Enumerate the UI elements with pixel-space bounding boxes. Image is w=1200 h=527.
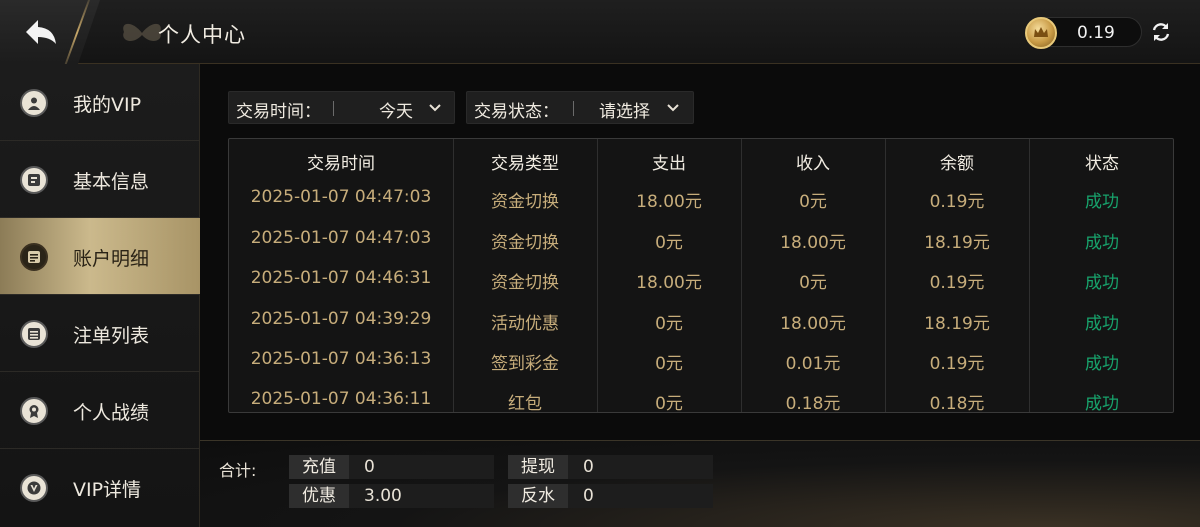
cell-type: 资金切换 xyxy=(491,192,559,212)
sidebar-item-label: VIP详情 xyxy=(73,479,142,501)
cell-type: 红包 xyxy=(508,394,542,413)
cell-type: 资金切换 xyxy=(491,233,559,253)
cell-expense: 0元 xyxy=(655,233,683,253)
cell-time: 2025-01-07 04:36:13 xyxy=(250,349,432,369)
rebate-total: 反水 0 xyxy=(508,484,713,508)
cell-income: 0元 xyxy=(799,273,827,293)
column-header-status: 状态 xyxy=(1085,154,1119,174)
cell-balance: 0.18元 xyxy=(929,394,985,413)
withdraw-label: 提现 xyxy=(508,455,568,479)
refresh-button[interactable] xyxy=(1150,21,1172,43)
column-header-balance: 余额 xyxy=(940,154,974,174)
ledger-icon xyxy=(20,243,48,271)
rebate-label: 反水 xyxy=(508,484,568,508)
recharge-label: 充值 xyxy=(289,455,349,479)
sidebar-item-label: 账户明细 xyxy=(73,248,150,270)
list-icon xyxy=(20,320,48,348)
cell-expense: 0元 xyxy=(655,354,683,374)
bonus-label: 优惠 xyxy=(289,484,349,508)
user-icon xyxy=(20,89,48,117)
cell-time: 2025-01-07 04:36:11 xyxy=(250,389,432,409)
sidebar-item-bet-list[interactable]: 注单列表 xyxy=(0,295,200,372)
cell-type: 签到彩金 xyxy=(491,354,559,374)
cell-status: 成功 xyxy=(1085,354,1119,374)
sidebar: 我的VIP 基本信息 账户明细 注单列表 个人战绩 VIP详情 xyxy=(0,64,200,527)
column-header-expense: 支出 xyxy=(652,154,686,174)
transaction-status-value: 请选择 xyxy=(599,102,650,122)
sidebar-item-vip-details[interactable]: VIP详情 xyxy=(0,449,200,526)
cell-expense: 18.00元 xyxy=(636,192,702,212)
sidebar-item-label: 个人战绩 xyxy=(73,402,150,424)
withdraw-value: 0 xyxy=(583,457,594,477)
sidebar-item-label: 基本信息 xyxy=(73,171,150,193)
sidebar-item-label: 注单列表 xyxy=(73,325,150,347)
transaction-time-filter[interactable]: 交易时间： 今天 xyxy=(228,91,455,124)
recharge-total: 充值 0 xyxy=(289,455,494,479)
cell-income: 18.00元 xyxy=(780,314,846,334)
transaction-status-label: 交易状态： xyxy=(474,102,559,122)
cell-type: 活动优惠 xyxy=(491,314,559,334)
top-bar: 个人中心 0.19 xyxy=(0,0,1200,70)
id-card-icon xyxy=(20,166,48,194)
recharge-value: 0 xyxy=(364,457,375,477)
refresh-icon xyxy=(1152,23,1170,41)
cell-expense: 0元 xyxy=(655,314,683,334)
rebate-value: 0 xyxy=(583,486,594,506)
transaction-status-filter[interactable]: 交易状态： 请选择 xyxy=(466,91,694,124)
cell-status: 成功 xyxy=(1085,273,1119,293)
chevron-down-icon xyxy=(429,104,441,112)
cell-balance: 18.19元 xyxy=(924,314,990,334)
cell-income: 0元 xyxy=(799,192,827,212)
cell-time: 2025-01-07 04:39:29 xyxy=(250,309,432,329)
sidebar-item-personal-record[interactable]: 个人战绩 xyxy=(0,372,200,449)
column-header-time: 交易时间 xyxy=(307,154,375,174)
vip-icon xyxy=(20,474,48,502)
cell-status: 成功 xyxy=(1085,192,1119,212)
sidebar-item-account-details[interactable]: 账户明细 xyxy=(0,218,200,295)
withdraw-total: 提现 0 xyxy=(508,455,713,479)
cell-status: 成功 xyxy=(1085,233,1119,253)
filter-divider xyxy=(333,101,334,116)
cell-time: 2025-01-07 04:46:31 xyxy=(250,268,432,288)
transactions-table: 交易时间 交易类型 支出 收入 余额 状态 2025-01-07 04:47:0… xyxy=(228,138,1174,413)
cell-time: 2025-01-07 04:47:03 xyxy=(250,228,432,248)
cell-balance: 0.19元 xyxy=(929,354,985,374)
balance-display: 0.19 xyxy=(1025,17,1142,49)
balance-value: 0.19 xyxy=(1077,23,1115,43)
cell-income: 18.00元 xyxy=(780,233,846,253)
totals-label: 合计: xyxy=(219,461,257,480)
bonus-value: 3.00 xyxy=(364,486,402,506)
back-button[interactable] xyxy=(22,16,62,48)
footer-divider xyxy=(200,440,1200,441)
sidebar-item-label: 我的VIP xyxy=(73,94,142,116)
cell-balance: 18.19元 xyxy=(924,233,990,253)
sidebar-item-my-vip[interactable]: 我的VIP xyxy=(0,64,200,141)
filter-divider xyxy=(573,101,574,116)
cell-income: 0.01元 xyxy=(785,354,841,374)
sidebar-item-basic-info[interactable]: 基本信息 xyxy=(0,141,200,218)
cell-balance: 0.19元 xyxy=(929,192,985,212)
column-header-income: 收入 xyxy=(796,154,830,174)
page-title: 个人中心 xyxy=(158,23,246,47)
column-header-type: 交易类型 xyxy=(491,154,559,174)
bonus-total: 优惠 3.00 xyxy=(289,484,494,508)
medal-icon xyxy=(20,397,48,425)
cell-status: 成功 xyxy=(1085,314,1119,334)
cell-time: 2025-01-07 04:47:03 xyxy=(250,187,432,207)
cell-type: 资金切换 xyxy=(491,273,559,293)
cell-balance: 0.19元 xyxy=(929,273,985,293)
cell-status: 成功 xyxy=(1085,394,1119,413)
transaction-time-value: 今天 xyxy=(379,102,413,122)
cell-expense: 0元 xyxy=(655,394,683,413)
back-arrow-icon xyxy=(26,20,56,44)
crown-coin-icon xyxy=(1025,17,1057,49)
chevron-down-icon xyxy=(667,104,679,112)
cell-income: 0.18元 xyxy=(785,394,841,413)
cell-expense: 18.00元 xyxy=(636,273,702,293)
transaction-time-label: 交易时间： xyxy=(236,102,321,122)
